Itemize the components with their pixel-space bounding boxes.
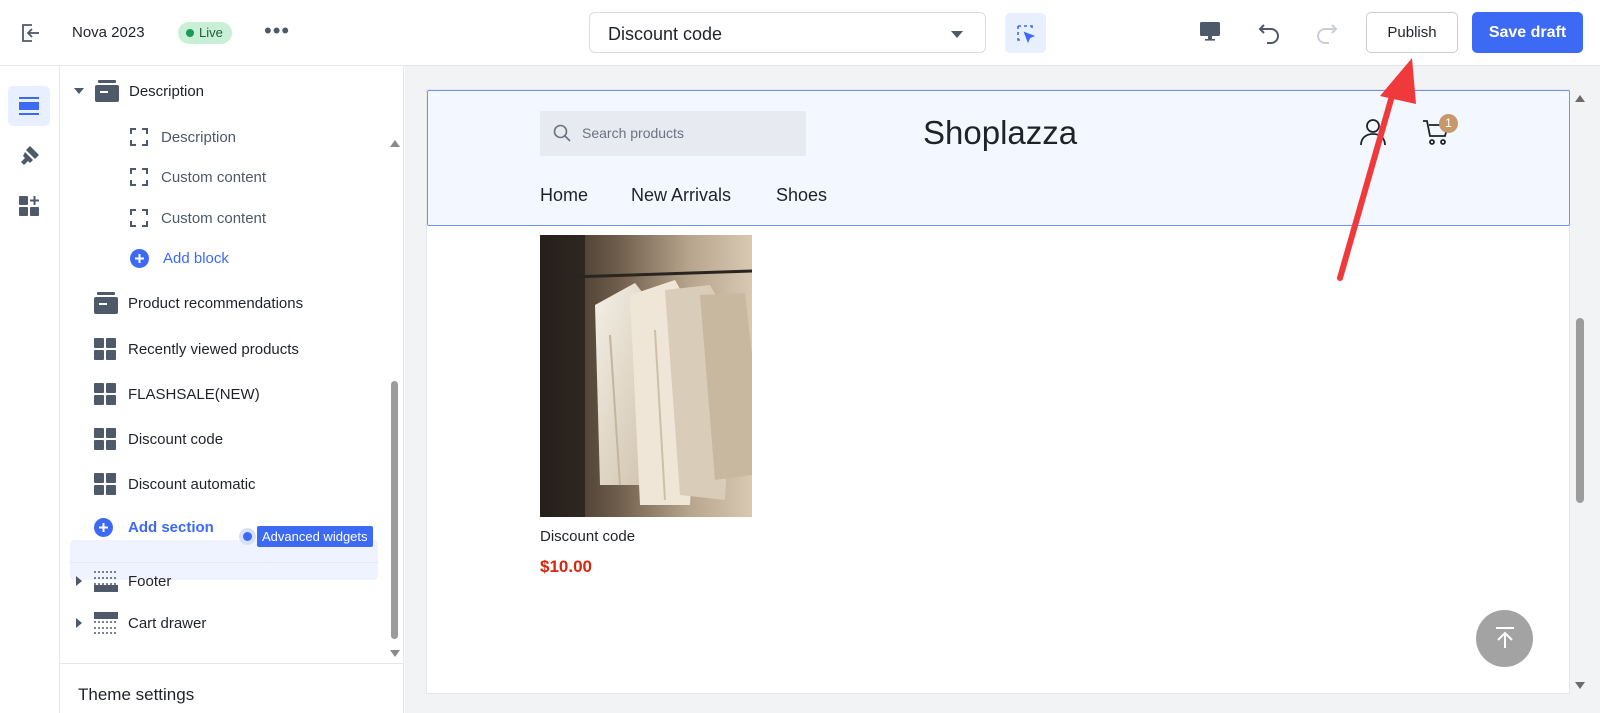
section-product-recommendations[interactable]: Product recommendations <box>94 292 303 314</box>
element-picker-button[interactable] <box>1005 13 1046 53</box>
caret-right-icon[interactable] <box>76 576 82 586</box>
grid-icon <box>94 428 116 450</box>
add-block-label: Add block <box>163 250 229 267</box>
section-label: Description <box>129 82 205 100</box>
section-label: Discount code <box>128 430 224 448</box>
plus-circle-icon <box>94 518 113 537</box>
theme-style-tab[interactable] <box>8 136 50 176</box>
divider <box>60 663 403 664</box>
save-draft-button[interactable]: Save draft <box>1472 12 1583 53</box>
drawer-layout-icon <box>94 612 118 634</box>
apps-tab[interactable] <box>8 186 50 226</box>
section-recently-viewed-products[interactable]: Recently viewed products <box>94 338 299 360</box>
advanced-widgets-dot <box>243 532 252 541</box>
block-frame-icon <box>130 209 148 227</box>
status-dot <box>186 29 194 37</box>
block-label: Custom content <box>161 209 267 227</box>
product-name[interactable]: Discount code <box>540 528 635 545</box>
page-template-value: Discount code <box>608 24 723 44</box>
product-image[interactable] <box>540 235 752 517</box>
canvas-scroll-up-arrow[interactable] <box>1575 95 1585 102</box>
section-label: Recently viewed products <box>128 340 299 358</box>
left-rail <box>0 66 60 713</box>
section-card-icon <box>95 80 119 102</box>
theme-settings-link[interactable]: Theme settings <box>78 685 194 705</box>
caret-right-icon[interactable] <box>76 618 82 628</box>
block-item[interactable]: Custom content <box>130 209 266 227</box>
advanced-widgets-tag[interactable]: Advanced widgets <box>257 526 373 547</box>
footer-layout-icon <box>94 571 118 592</box>
nav-home[interactable]: Home <box>540 185 588 206</box>
section-discount-automatic[interactable]: Discount automatic <box>94 473 256 495</box>
section-label: Cart drawer <box>128 614 207 632</box>
chevron-down-icon <box>951 31 963 38</box>
exit-icon[interactable] <box>18 21 42 45</box>
desktop-view-icon[interactable] <box>1198 19 1222 48</box>
section-label: FLASHSALE(NEW) <box>128 385 260 403</box>
caret-down-icon[interactable] <box>74 88 84 94</box>
cart-count-badge: 1 <box>1439 114 1458 133</box>
live-status-badge: Live <box>178 22 232 44</box>
store-logo[interactable]: Shoplazza <box>923 114 1077 152</box>
section-label: Footer <box>128 572 172 590</box>
block-item[interactable]: Custom content <box>130 168 266 186</box>
canvas-scrollbar-thumb[interactable] <box>1576 318 1584 503</box>
redo-icon[interactable] <box>1314 19 1340 50</box>
add-section-label: Add section <box>128 519 214 536</box>
block-label: Description <box>161 128 237 146</box>
scroll-down-arrow[interactable] <box>390 650 400 657</box>
arrow-up-icon <box>1496 627 1514 648</box>
section-footer[interactable]: Footer <box>76 570 171 592</box>
sidebar-scrollbar-thumb[interactable] <box>391 381 398 639</box>
paint-brush-icon <box>21 146 39 165</box>
section-cart-drawer[interactable]: Cart drawer <box>76 612 206 634</box>
sections-sidebar: Description Description Custom content C… <box>60 66 404 713</box>
undo-icon[interactable] <box>1256 19 1282 50</box>
block-item[interactable]: Description <box>130 128 236 146</box>
publish-button[interactable]: Publish <box>1366 12 1458 53</box>
section-flashsale[interactable]: FLASHSALE(NEW) <box>94 383 260 405</box>
add-block-button[interactable]: Add block <box>130 249 229 268</box>
plus-circle-icon <box>130 249 149 268</box>
section-label: Product recommendations <box>128 294 304 312</box>
section-label: Discount automatic <box>128 475 256 493</box>
product-price: $10.00 <box>540 557 592 576</box>
nav-shoes[interactable]: Shoes <box>776 185 827 206</box>
sections-tab[interactable] <box>8 86 50 126</box>
store-search-input[interactable]: Search products <box>540 111 806 156</box>
nav-new-arrivals[interactable]: New Arrivals <box>631 185 731 206</box>
grid-icon <box>94 383 116 405</box>
add-section-button[interactable]: Add section <box>94 518 214 537</box>
canvas-scroll-down-arrow[interactable] <box>1575 682 1585 689</box>
block-label: Custom content <box>161 168 267 186</box>
block-frame-icon <box>130 168 148 186</box>
grid-icon <box>94 338 116 360</box>
more-options-button[interactable]: ••• <box>264 20 290 42</box>
search-placeholder: Search products <box>582 125 684 141</box>
add-apps-icon <box>19 196 39 216</box>
top-bar: Nova 2023 Live ••• Discount code Publish <box>0 0 1600 66</box>
section-card-icon <box>94 292 118 314</box>
search-icon <box>553 124 571 142</box>
block-frame-icon <box>130 128 148 146</box>
section-discount-code[interactable]: Discount code <box>94 428 223 450</box>
sections-icon <box>19 97 39 115</box>
user-icon[interactable] <box>1360 118 1386 151</box>
live-status-text: Live <box>199 25 223 40</box>
back-to-top-button[interactable] <box>1476 610 1533 667</box>
theme-name: Nova 2023 <box>72 24 145 41</box>
select-cursor-icon <box>1017 25 1036 44</box>
grid-icon <box>94 473 116 495</box>
scroll-up-arrow[interactable] <box>390 140 400 147</box>
section-description[interactable]: Description <box>74 80 204 102</box>
divider <box>70 562 378 563</box>
page-template-select[interactable]: Discount code <box>589 12 986 53</box>
